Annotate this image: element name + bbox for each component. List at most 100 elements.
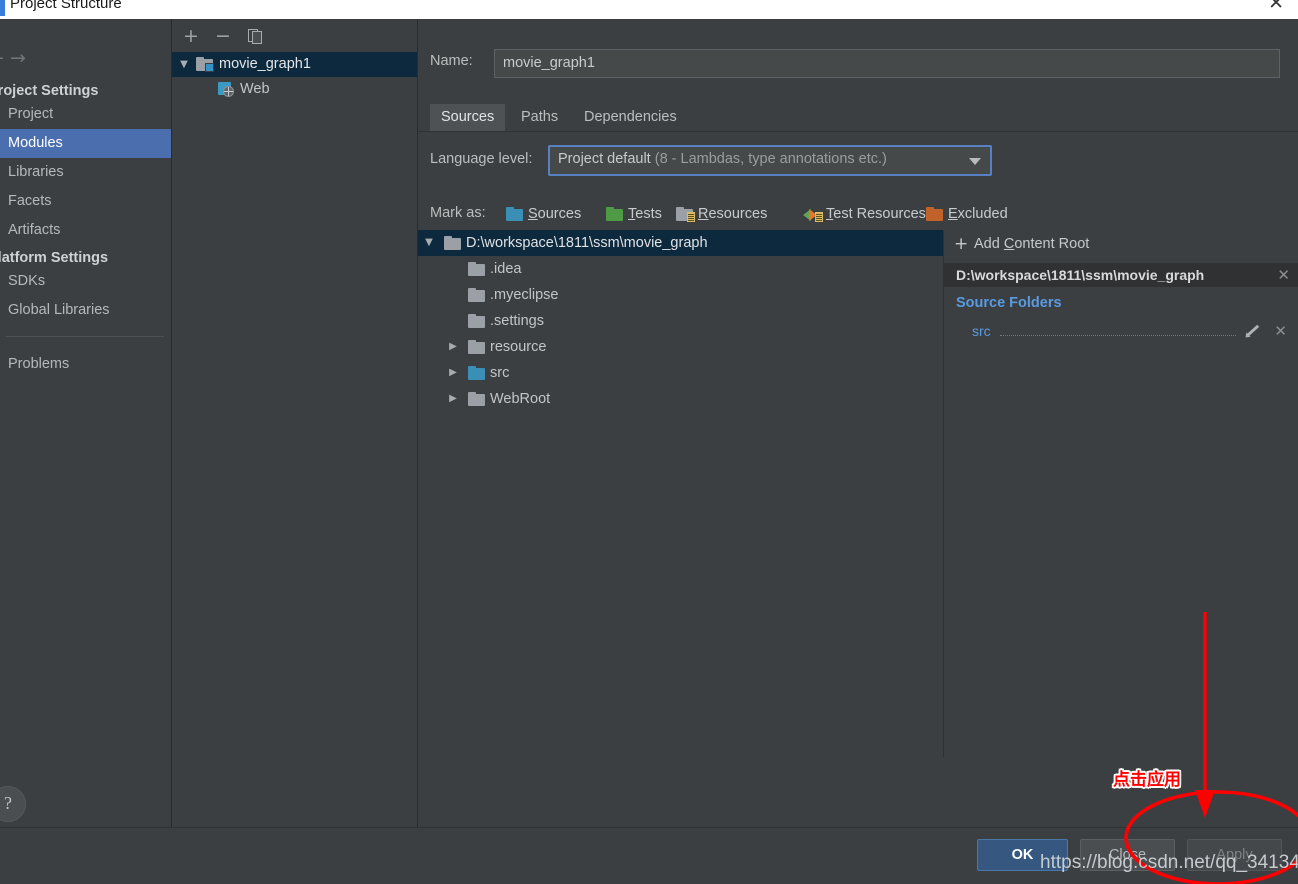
sidebar-item-sdks[interactable]: SDKs (0, 267, 171, 296)
language-level-dropdown[interactable]: Project default (8 - Lambdas, type annot… (548, 145, 992, 176)
remove-content-root-icon[interactable]: ✕ (1277, 263, 1290, 287)
module-editor-panel: Name: movie_graph1 Sources Paths Depende… (418, 19, 1298, 828)
tree-row-resource[interactable]: ▶ resource (418, 334, 943, 360)
module-folder-icon (196, 57, 214, 72)
source-folder-item-src[interactable]: src ✕ (944, 320, 1298, 342)
back-arrow-icon[interactable]: ← (0, 47, 4, 69)
sidebar-group-platform-settings: Platform Settings (0, 250, 109, 266)
mark-as-test-resources-button[interactable]: Test Resources (803, 203, 926, 225)
mark-as-tests-button[interactable]: Tests (606, 203, 662, 225)
mark-as-sources-mnemonic: S (528, 206, 538, 222)
mark-as-sources-button[interactable]: Sources (506, 203, 581, 225)
copy-module-icon[interactable] (242, 23, 268, 49)
tab-dependencies[interactable]: Dependencies (573, 104, 688, 131)
tree-row-label: .idea (490, 261, 522, 277)
mark-as-test-resources-label: est Resources (833, 206, 926, 222)
mark-as-resources-mnemonic: R (698, 206, 709, 222)
window-accent-bar (0, 0, 5, 16)
tree-row-label: WebRoot (490, 391, 551, 407)
content-root-detail-panel: + Add Content Root D:\workspace\1811\ssm… (944, 230, 1298, 828)
mark-as-excluded-button[interactable]: Excluded (926, 203, 1008, 225)
add-content-root-mnemonic: C (1003, 236, 1015, 252)
folder-icon (444, 236, 462, 250)
modules-toolbar: + − (172, 19, 417, 52)
close-icon[interactable]: ✕ (1268, 0, 1284, 13)
language-level-label: Language level: (430, 151, 533, 167)
tree-row-label: .settings (490, 313, 544, 329)
sidebar-nav-arrows: ← → (0, 47, 78, 69)
folder-icon (468, 288, 486, 302)
sidebar-item-project[interactable]: Project (0, 100, 171, 129)
dialog-body: ← → Project Settings Project Modules Lib… (0, 19, 1298, 884)
mark-as-label: Mark as: (430, 205, 486, 221)
add-content-root-button[interactable]: + Add Content Root (944, 230, 1298, 258)
module-tabs: Sources Paths Dependencies (418, 104, 1298, 132)
settings-sidebar: ← → Project Settings Project Modules Lib… (0, 19, 172, 828)
tree-row-settings[interactable]: .settings (418, 308, 943, 334)
tab-paths[interactable]: Paths (510, 104, 569, 131)
plus-icon: + (954, 234, 969, 254)
test-resources-folder-icon (803, 207, 823, 222)
help-button[interactable]: ? (0, 786, 26, 822)
chevron-down-icon[interactable] (969, 158, 981, 165)
dialog-title: Project Structure (10, 0, 122, 12)
tree-row-webroot[interactable]: ▶ WebRoot (418, 386, 943, 412)
sidebar-item-global-libraries[interactable]: Global Libraries (0, 296, 171, 325)
chevron-right-icon[interactable]: ▶ (444, 386, 462, 412)
annotation-callout-text: 点击应用 (1113, 770, 1181, 790)
mark-as-excluded-label: xcluded (957, 206, 1008, 222)
tree-row-label: resource (490, 339, 547, 355)
language-level-detail: (8 - Lambdas, type annotations etc.) (654, 151, 887, 167)
module-name-label: Name: (430, 53, 473, 69)
mark-as-sources-label: ources (537, 206, 582, 222)
leader-dots (1000, 335, 1236, 336)
module-tree-row-movie-graph1[interactable]: ▼ movie_graph1 (172, 52, 417, 77)
chevron-right-icon[interactable]: ▶ (444, 360, 462, 386)
forward-arrow-icon[interactable]: → (10, 47, 26, 69)
content-root-path: D:\workspace\1811\ssm\movie_graph (956, 267, 1205, 283)
sidebar-item-artifacts[interactable]: Artifacts (0, 216, 171, 245)
content-root-tree: ▼ D:\workspace\1811\ssm\movie_graph .ide… (418, 230, 944, 757)
tab-sources[interactable]: Sources (430, 104, 506, 131)
sidebar-item-modules[interactable]: Modules (0, 129, 171, 158)
pencil-icon[interactable] (1244, 321, 1262, 339)
module-name-row: Name: movie_graph1 (418, 49, 1298, 79)
sidebar-item-libraries[interactable]: Libraries (0, 158, 171, 187)
language-level-row: Language level: Project default (8 - Lam… (418, 145, 1298, 177)
remove-module-icon[interactable]: − (210, 23, 236, 49)
add-module-icon[interactable]: + (178, 23, 204, 49)
sources-folder-icon (506, 207, 524, 221)
mark-as-resources-button[interactable]: Resources (676, 203, 767, 225)
project-structure-dialog: Project Structure ✕ ← → Project Settings… (0, 0, 1298, 884)
sidebar-item-problems[interactable]: Problems (0, 350, 171, 379)
tree-row-content-root[interactable]: ▼ D:\workspace\1811\ssm\movie_graph (418, 230, 943, 256)
module-tree-label: movie_graph1 (219, 56, 311, 72)
remove-source-folder-icon[interactable]: ✕ (1274, 320, 1287, 342)
module-name-input[interactable]: movie_graph1 (494, 49, 1280, 78)
chevron-down-icon[interactable]: ▼ (176, 52, 192, 77)
content-root-path-row[interactable]: D:\workspace\1811\ssm\movie_graph ✕ (944, 263, 1298, 287)
folder-icon (468, 262, 486, 276)
watermark-text: https://blog.csdn.net/qq_34134299 (1040, 852, 1298, 873)
module-tree-row-web[interactable]: Web (172, 77, 417, 102)
sources-folder-icon (468, 366, 486, 380)
folder-icon (468, 392, 486, 406)
chevron-right-icon[interactable]: ▶ (444, 334, 462, 360)
chevron-down-icon[interactable]: ▼ (420, 230, 438, 256)
tree-row-myeclipse[interactable]: .myeclipse (418, 282, 943, 308)
add-content-root-label-post: ontent Root (1014, 236, 1090, 252)
dialog-titlebar: Project Structure ✕ (0, 0, 1298, 20)
folder-icon (468, 314, 486, 328)
mark-as-tests-label: ests (635, 206, 662, 222)
tree-row-idea[interactable]: .idea (418, 256, 943, 282)
tree-row-label: .myeclipse (490, 287, 559, 303)
modules-panel: + − ▼ movie_graph1 Web (172, 19, 418, 828)
module-tree-label: Web (240, 81, 270, 97)
sidebar-divider (6, 336, 164, 337)
tree-row-label: src (490, 365, 510, 381)
language-level-value: Project default (558, 151, 655, 167)
source-folder-name: src (972, 323, 991, 339)
sidebar-group-project-settings: Project Settings (0, 83, 99, 99)
sidebar-item-facets[interactable]: Facets (0, 187, 171, 216)
tree-row-src[interactable]: ▶ src (418, 360, 943, 386)
